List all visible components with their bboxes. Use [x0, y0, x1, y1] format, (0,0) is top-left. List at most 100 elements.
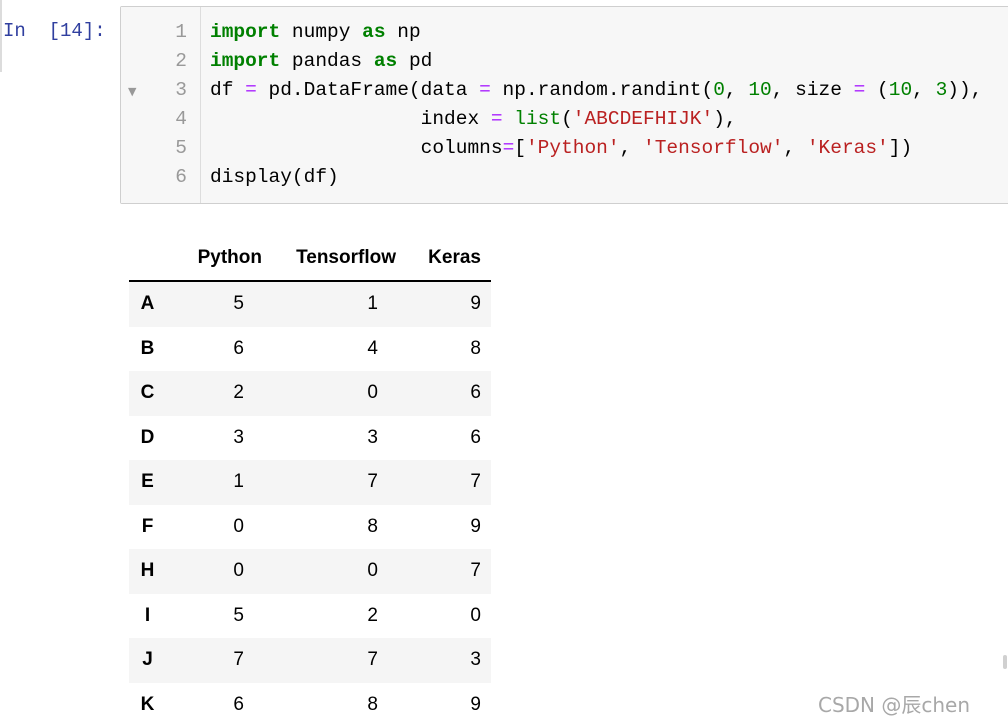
table-cell: 9	[470, 515, 481, 537]
table-row: F 0 8 9	[129, 505, 491, 550]
code-token: list	[514, 108, 562, 130]
scrollbar-thumb[interactable]	[1003, 655, 1007, 669]
row-index: C	[140, 382, 155, 404]
table-cell: 8	[470, 337, 481, 359]
table-cell: 3	[233, 426, 244, 448]
table-cell: 3	[470, 649, 481, 671]
table-row: D 3 3 6	[129, 416, 491, 461]
row-index: D	[140, 426, 155, 448]
row-index: A	[140, 293, 155, 315]
dataframe-output: Python Tensorflow Keras A 5 1 9 B 6 4 8 C 2 0 6 D 3 3 6…	[129, 236, 491, 723]
code-token: ,	[912, 79, 936, 101]
code-token: index	[210, 108, 491, 130]
row-index: E	[141, 471, 154, 493]
code-line[interactable]: 3 df = pd.DataFrame(data = np.random.rand…	[121, 76, 1008, 105]
code-token: df	[210, 79, 246, 101]
table-cell: 9	[470, 293, 481, 315]
table-cell: 0	[470, 604, 481, 626]
table-cell: 5	[233, 604, 244, 626]
code-token: 'Tensorflow'	[643, 137, 784, 159]
table-cell: 9	[470, 693, 481, 715]
code-token: ])	[888, 137, 913, 159]
code-token: 'Keras'	[806, 137, 889, 159]
code-token: columns	[210, 137, 503, 159]
code-token: 0	[713, 79, 725, 101]
code-token: (	[561, 108, 573, 130]
code-token: =	[502, 137, 515, 159]
code-token: import	[210, 21, 281, 43]
row-index: H	[140, 560, 155, 582]
code-token: pandas	[280, 50, 374, 72]
code-token: numpy	[280, 21, 363, 43]
code-text: import pandas as pd	[210, 47, 432, 76]
code-token: [	[514, 137, 526, 159]
code-line[interactable]: 2 import pandas as pd	[121, 47, 1008, 76]
table-cell: 2	[367, 604, 378, 626]
code-token: =	[245, 79, 257, 101]
code-token: =	[490, 108, 503, 130]
table-cell: 1	[233, 471, 244, 493]
code-token: =	[853, 79, 866, 101]
column-header-keras: Keras	[396, 236, 491, 282]
line-number: 5	[175, 137, 187, 159]
code-token: 'ABCDEFHIJK'	[572, 108, 714, 130]
table-cell: 0	[367, 560, 378, 582]
code-token: display(df)	[210, 166, 339, 188]
cell-prompt: In [14]:	[3, 20, 106, 42]
line-number: 1	[175, 21, 187, 43]
code-text: import numpy as np	[210, 18, 421, 47]
column-header-python: Python	[166, 236, 262, 282]
code-cell-input[interactable]: ▼ 1 import numpy as np 2 import pandas as p…	[120, 6, 1008, 204]
table-cell: 7	[367, 471, 378, 493]
code-token: (	[865, 79, 889, 101]
code-token: 'Python'	[525, 137, 620, 159]
table-cell: 6	[470, 382, 481, 404]
code-token: ,	[783, 137, 807, 159]
table-cell: 8	[367, 515, 378, 537]
table-row: I 5 2 0	[129, 594, 491, 639]
code-token: , size	[771, 79, 854, 101]
code-text: index = list('ABCDEFHIJK'),	[210, 105, 737, 134]
table-cell: 4	[367, 337, 378, 359]
code-token: ,	[619, 137, 643, 159]
code-line[interactable]: 1 import numpy as np	[121, 18, 1008, 47]
table-row: B 6 4 8	[129, 327, 491, 372]
table-cell: 3	[367, 426, 378, 448]
table-cell: 6	[233, 337, 244, 359]
table-header-row: Python Tensorflow Keras	[129, 236, 491, 282]
code-token: pd	[397, 50, 433, 72]
row-index: I	[144, 604, 151, 626]
code-token: 3	[935, 79, 948, 101]
table-row: K 6 8 9	[129, 683, 491, 723]
line-number: 3	[175, 79, 187, 101]
table-cell: 1	[367, 293, 378, 315]
code-token: ,	[724, 79, 749, 101]
table-cell: 7	[233, 649, 244, 671]
code-text: columns=['Python', 'Tensorflow', 'Keras'…	[210, 134, 913, 163]
code-token: as	[362, 21, 386, 43]
cell-selection-bar	[0, 0, 2, 72]
code-line[interactable]: 6 display(df)	[121, 163, 1008, 192]
line-number: 6	[175, 166, 187, 188]
table-row: C 2 0 6	[129, 371, 491, 416]
row-index: B	[140, 337, 155, 359]
line-number: 2	[175, 50, 187, 72]
table-row: A 5 1 9	[129, 281, 491, 327]
code-token: )),	[947, 79, 983, 101]
table-cell: 8	[367, 693, 378, 715]
code-token: 10	[888, 79, 913, 101]
code-token: 10	[748, 79, 772, 101]
table-cell: 7	[470, 471, 481, 493]
code-token: np	[385, 21, 421, 43]
table-cell: 5	[233, 293, 244, 315]
table-row: J 7 7 3	[129, 638, 491, 683]
row-index: F	[141, 515, 154, 537]
table-cell: 7	[470, 560, 481, 582]
table-cell: 0	[233, 515, 244, 537]
code-line[interactable]: 4 index = list('ABCDEFHIJK'),	[121, 105, 1008, 134]
code-text: df = pd.DataFrame(data = np.random.randi…	[210, 76, 982, 105]
code-line[interactable]: 5 columns=['Python', 'Tensorflow', 'Kera…	[121, 134, 1008, 163]
table-cell: 0	[233, 560, 244, 582]
table-cell: 6	[470, 426, 481, 448]
code-token: =	[479, 79, 491, 101]
